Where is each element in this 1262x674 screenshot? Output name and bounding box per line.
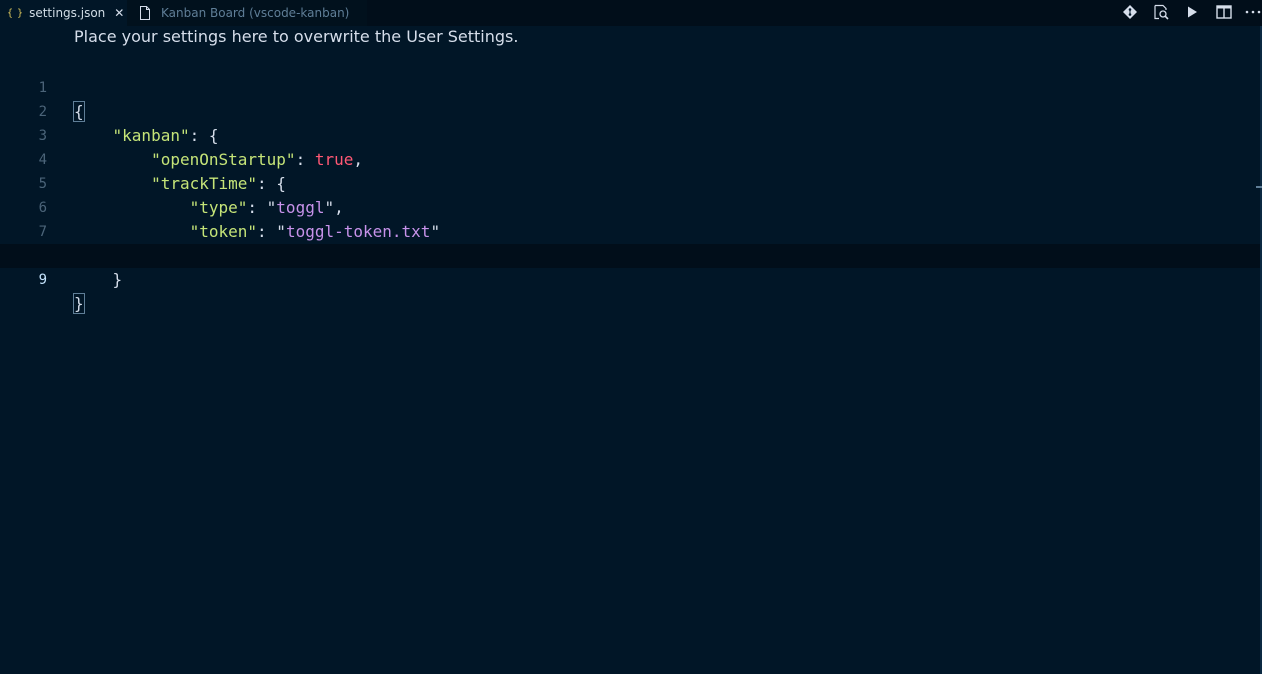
- code-line[interactable]: 6 "token": "toggl-token.txt": [0, 172, 1262, 241]
- code-line[interactable]: 8 }: [0, 220, 1262, 289]
- code-line[interactable]: 1 {: [0, 52, 1262, 122]
- settings-hint: Place your settings here to overwrite th…: [74, 27, 519, 46]
- file-icon: [140, 6, 150, 20]
- line-number: 9: [38, 272, 47, 288]
- code-line[interactable]: 5 "type": "toggl",: [0, 148, 1262, 217]
- code-line-current[interactable]: 9 }: [0, 244, 1262, 314]
- split-editor-icon[interactable]: [1214, 3, 1234, 21]
- more-actions-icon[interactable]: [1243, 3, 1262, 21]
- code-line[interactable]: 7 }: [0, 196, 1262, 265]
- tab-label: Kanban Board (vscode-kanban): [161, 6, 350, 20]
- line-content: }: [74, 268, 123, 292]
- tab-bar: { } settings.json ✕ Kanban Board (vscode…: [0, 0, 1262, 26]
- search-preview-icon[interactable]: [1151, 3, 1171, 21]
- git-compare-icon[interactable]: [1120, 3, 1140, 21]
- run-icon[interactable]: [1182, 3, 1202, 21]
- line-content: }: [73, 292, 85, 316]
- code-line[interactable]: 2 "kanban": {: [0, 76, 1262, 145]
- close-icon[interactable]: ✕: [114, 7, 124, 19]
- tab-label: settings.json: [29, 6, 106, 20]
- tab-settings-json[interactable]: { } settings.json ✕: [0, 0, 127, 26]
- close-brace: }: [112, 270, 123, 289]
- code-line[interactable]: 4 "trackTime": {: [0, 124, 1262, 193]
- code-line[interactable]: 3 "openOnStartup": true,: [0, 100, 1262, 169]
- ruler-marker: [1256, 186, 1262, 188]
- code-editor[interactable]: Place your settings here to overwrite th…: [0, 26, 1262, 674]
- json-file-icon: { }: [7, 7, 23, 19]
- tab-kanban-board[interactable]: Kanban Board (vscode-kanban): [128, 0, 367, 26]
- close-brace: }: [73, 293, 85, 314]
